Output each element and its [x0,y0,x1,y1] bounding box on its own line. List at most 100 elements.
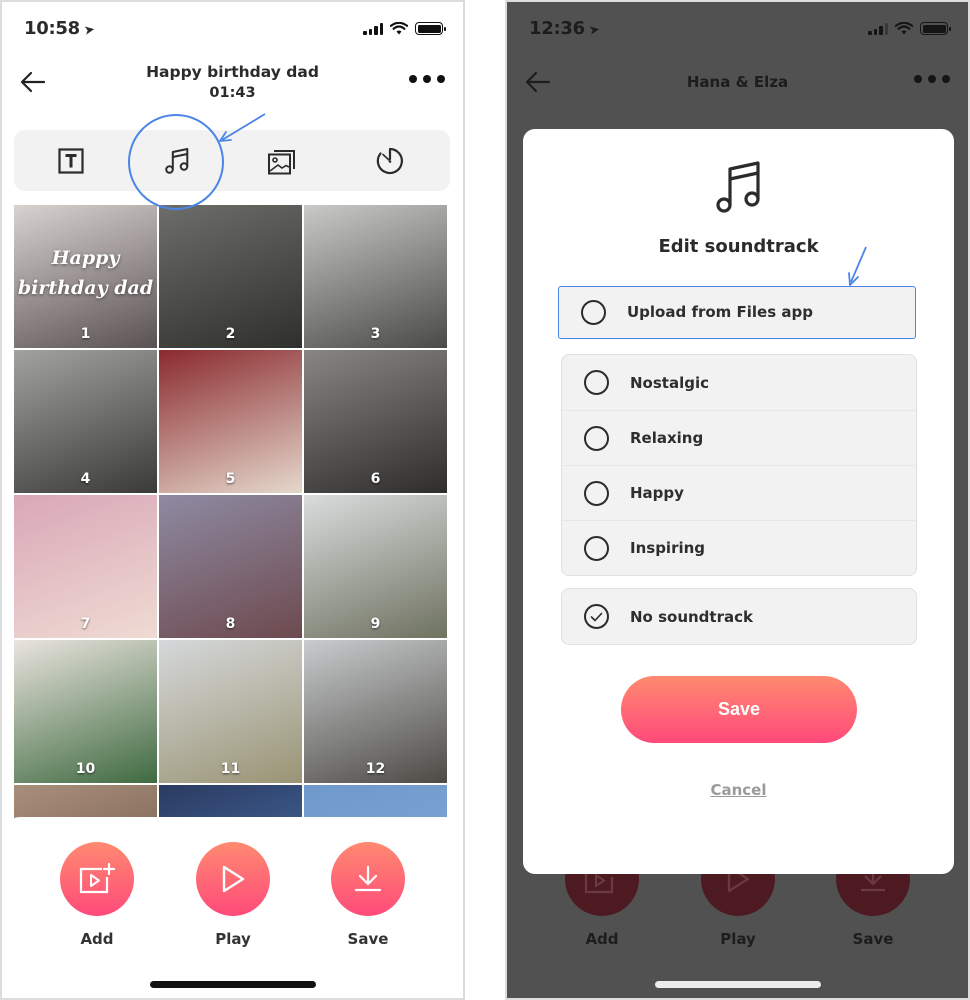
wifi-icon [390,22,408,35]
save-label: Save [852,930,894,948]
photo-number: 7 [80,616,91,632]
photo-tile[interactable]: 12 [304,640,447,783]
radio-unchecked-icon [584,370,609,395]
checkmark-icon [590,612,603,621]
photo-number: 6 [370,471,381,487]
music-note-icon [715,161,760,213]
photo-tile[interactable]: 11 [159,640,302,783]
save-label: Save [347,930,389,948]
photo-tile[interactable]: 5 [159,350,302,493]
save-action: Save [330,842,406,948]
add-media-icon [79,862,116,894]
option-label: Inspiring [630,539,706,557]
text-tool-button[interactable] [51,142,91,180]
cellular-signal-icon [868,22,888,35]
photo-caption-overlay: Happy birthday dad [14,243,157,303]
music-tool-button[interactable] [157,142,197,180]
photo-tile[interactable]: 2 [159,205,302,348]
play-label: Play [215,930,251,948]
photo-number: 12 [365,761,386,777]
text-box-icon [58,148,84,174]
battery-icon [920,22,951,35]
add-label: Add [80,930,114,948]
upload-option-group: Upload from Files app [558,286,916,339]
radio-unchecked-icon [584,425,609,451]
add-label: Add [585,930,619,948]
play-label: Play [720,930,756,948]
photo-tile[interactable]: 9 [304,495,447,638]
nav-bar: Hana & Elza [507,57,968,109]
project-title: Hana & Elza [686,73,789,91]
music-note-icon [165,148,189,174]
option-label: Nostalgic [630,373,709,392]
modal-save-button[interactable]: Save [621,676,857,743]
photo-number: 2 [225,326,236,342]
project-duration: 01:43 [209,85,256,101]
photo-number: 11 [220,761,241,777]
status-bar: 10:58 ➤ [2,16,463,44]
add-action: Add [59,842,135,948]
modal-cancel-link[interactable]: Cancel [523,781,954,799]
option-label: Relaxing [630,429,704,447]
home-indicator[interactable] [654,981,821,988]
play-action: Play [195,842,271,948]
photo-number: 8 [225,616,236,632]
photo-tile[interactable]: Happy birthday dad 1 [14,205,157,348]
photo-tile[interactable]: 8 [159,495,302,638]
radio-unchecked-icon [584,535,609,561]
phone-screen-edit-soundtrack: 12:36 ➤ Hana & Elza Add Play Save Edit s… [505,0,970,1000]
wifi-icon [895,22,913,35]
option-relaxing[interactable]: Relaxing [562,410,916,465]
option-no-soundtrack[interactable]: No soundtrack [562,589,916,644]
option-label: Upload from Files app [627,303,813,321]
play-button[interactable] [196,842,270,916]
photo-tile[interactable]: 10 [14,640,157,783]
option-happy[interactable]: Happy [562,465,916,520]
photo-number: 1 [80,326,91,342]
option-upload-from-files[interactable]: Upload from Files app [559,287,915,337]
option-inspiring[interactable]: Inspiring [562,520,916,575]
option-nostalgic[interactable]: Nostalgic [562,355,916,410]
radio-checked-icon [584,604,609,629]
phone-screen-slideshow-editor: 10:58 ➤ Happy birthday dad 01:43 Happy bir… [0,0,465,1000]
photo-tile[interactable]: 3 [304,205,447,348]
add-button[interactable] [60,842,134,916]
editor-toolbar [14,130,450,191]
location-arrow-icon: ➤ [82,22,96,39]
download-icon [354,865,382,892]
nav-bar: Happy birthday dad 01:43 [2,57,463,109]
caption-line: Happy [51,247,120,269]
status-bar: 12:36 ➤ [507,16,968,44]
project-title: Happy birthday dad [146,63,319,81]
bottom-action-panel: Add Play Save [2,817,463,998]
photo-number: 4 [80,471,91,487]
edit-soundtrack-modal: Edit soundtrack Upload from Files app No… [523,129,954,874]
photo-tile[interactable]: 4 [14,350,157,493]
photo-number: 5 [225,471,236,487]
status-time: 12:36 [529,18,585,39]
photo-tile[interactable]: 6 [304,350,447,493]
home-indicator[interactable] [149,981,316,988]
caption-line: birthday dad [17,277,154,299]
location-arrow-icon: ➤ [587,22,601,39]
no-soundtrack-option-group: No soundtrack [561,588,917,645]
radio-unchecked-icon [581,299,606,325]
battery-icon [415,22,446,35]
cellular-signal-icon [363,22,383,35]
modal-title: Edit soundtrack [658,236,819,257]
save-button[interactable] [331,842,405,916]
option-label: No soundtrack [630,607,753,626]
timer-tool-button[interactable] [370,142,410,180]
play-icon [222,865,245,893]
mood-options-group: Nostalgic Relaxing Happy Inspiring [561,354,917,576]
timer-icon [376,147,403,175]
photo-tile[interactable]: 7 [14,495,157,638]
photo-stack-icon [268,150,295,175]
status-time: 10:58 [24,18,80,39]
more-options-button[interactable] [914,75,950,83]
more-options-button[interactable] [409,75,445,83]
photo-number: 3 [370,326,381,342]
radio-unchecked-icon [584,480,609,506]
photos-tool-button[interactable] [262,142,302,180]
photo-number: 10 [75,761,96,777]
